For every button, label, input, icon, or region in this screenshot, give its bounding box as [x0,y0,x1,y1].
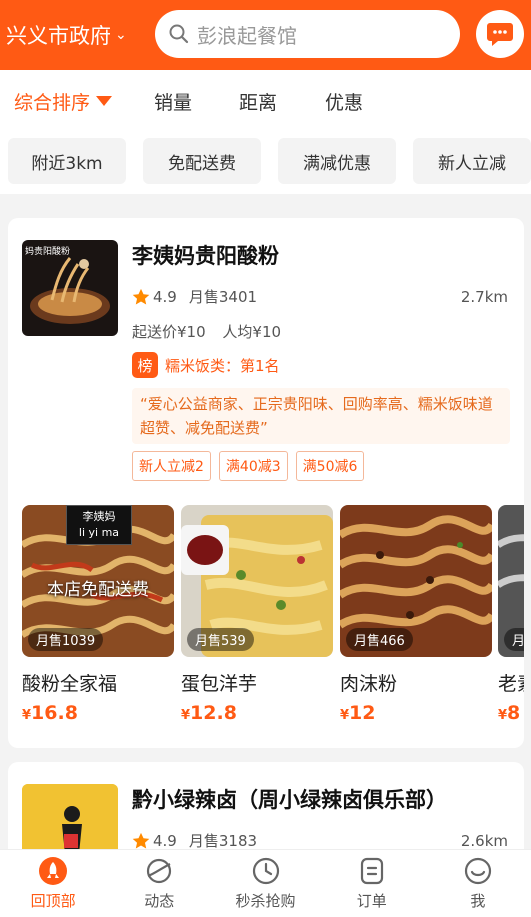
store-rating: 4.9 [153,287,177,306]
dish-item[interactable]: 月售466 肉沫粉 ¥12 [340,505,492,724]
dish-monthly-sales: 月售539 [187,628,254,651]
rocket-icon [39,857,68,885]
search-placeholder: 彭浪起餐馆 [197,23,297,48]
dish-sign-pinyin: li yi ma [78,526,120,539]
store-distance: 2.7km [460,288,508,306]
store-price-row: 起送价¥10 人均¥10 [132,321,281,342]
promo-tag: 满40减3 [218,451,288,481]
message-button[interactable] [476,10,524,58]
nav-label: 动态 [144,892,175,910]
nav-back-to-top[interactable]: 回顶部 [0,850,106,917]
clock-icon [252,857,279,885]
dish-price-value: 16.8 [31,702,78,724]
dish-price-value: 8 [507,702,521,724]
dish-price: ¥12 [340,702,492,724]
dish-item[interactable]: 李姨妈 li yi ma 本店免配送费 月售1039 酸粉全家福 ¥16.8 [22,505,174,724]
filter-chip-nearby[interactable]: 附近3km [8,138,126,184]
rank-text: 糯米饭类：第1名 [165,356,280,375]
store-rating-row: 4.9 月售3401 [132,286,257,307]
currency-symbol: ¥ [340,708,350,723]
logo-text: 妈贵阳酸粉 [25,247,71,257]
store-review-quote: “爱心公益商家、正宗贵阳味、回购率高、糯米饭味道超赞、减免配送费” [132,388,510,444]
search-bar[interactable]: 彭浪起餐馆 [155,10,460,58]
smiley-icon [464,857,492,885]
dish-image: 李姨妈 li yi ma 本店免配送费 月售1039 [22,505,174,657]
store-min-price: 起送价¥10 [132,323,206,341]
star-icon [132,288,150,304]
city-selector[interactable]: 兴义市政府 ⌄ [6,20,127,50]
dish-monthly-sales: 月售466 [346,628,413,651]
nav-label: 我 [470,892,486,910]
filter-bar: 附近3km 免配送费 满减优惠 新人立减 [0,132,531,194]
sort-comprehensive[interactable]: 综合排序 [14,88,113,115]
sort-sales[interactable]: 销量 [154,88,192,115]
triangle-down-icon [96,96,113,106]
store-name: 李姨妈贵阳酸粉 [132,244,279,268]
chevron-down-icon: ⌄ [115,27,127,43]
store-logo: 妈贵阳酸粉 [22,240,118,336]
search-icon [169,24,189,44]
top-header: 兴义市政府 ⌄ 彭浪起餐馆 [0,0,531,70]
store-monthly-sales: 月售3401 [188,288,258,306]
nav-label: 订单 [356,892,387,910]
nav-label: 回顶部 [30,892,76,910]
rank-row[interactable]: 榜 糯米饭类：第1名 [132,352,280,378]
dish-image: 月售466 [340,505,492,657]
store-name: 黔小绿辣卤（周小绿辣卤俱乐部） [132,788,447,812]
sort-distance[interactable]: 距离 [239,88,277,115]
filter-chip-free-delivery[interactable]: 免配送费 [143,138,261,184]
dish-name: 蛋包洋芋 [181,673,258,695]
store-monthly-sales: 月售3183 [188,832,258,850]
nav-label: 秒杀抢购 [235,892,296,910]
dish-monthly-sales: 月售1039 [28,628,104,651]
dish-monthly-sales: 月售 [504,628,524,651]
planet-icon [147,858,172,884]
store-card[interactable]: 妈贵阳酸粉 李姨妈贵阳酸粉 4.9 月售3401 2.7km 起送价¥10 人均… [8,218,524,748]
dish-price: ¥16.8 [22,702,174,724]
dish-sign: 李姨妈 li yi ma [66,505,132,545]
rank-badge: 榜 [132,352,158,378]
dish-sign-cn: 李姨妈 [82,510,116,523]
promo-tag: 新人立减2 [132,451,211,481]
dish-item[interactable]: 月售539 蛋包洋芋 ¥12.8 [181,505,333,724]
promo-tags: 新人立减2 满40减3 满50减6 [132,451,372,481]
dish-price: ¥12.8 [181,702,333,724]
filter-chip-new-user[interactable]: 新人立减 [413,138,531,184]
store-rating: 4.9 [153,831,177,850]
sort-label: 综合排序 [14,91,91,114]
dish-price-value: 12 [349,702,376,724]
nav-orders[interactable]: 订单 [319,850,425,917]
currency-symbol: ¥ [498,708,508,723]
currency-symbol: ¥ [181,708,191,723]
nav-flash-sale[interactable]: 秒杀抢购 [212,850,318,917]
sort-bar: 综合排序 销量 距离 优惠 [0,70,531,132]
dish-item[interactable]: 月售 老素 ¥8 [498,505,524,724]
nav-feed[interactable]: 动态 [106,850,212,917]
store-avg-price: 人均¥10 [222,323,282,341]
free-delivery-overlay: 本店免配送费 [47,580,149,600]
promo-tag: 满50减6 [295,451,365,481]
dish-price: ¥8 [498,702,524,724]
bottom-nav: 回顶部 动态 秒杀抢购 订单 我 [0,849,531,917]
star-icon [132,832,150,848]
dish-name: 老素 [498,673,524,695]
dish-name: 肉沫粉 [340,673,398,695]
dish-image: 月售539 [181,505,333,657]
dish-image: 月售 [498,505,524,657]
nav-me[interactable]: 我 [425,850,531,917]
sort-discount[interactable]: 优惠 [325,88,363,115]
filter-chip-discount[interactable]: 满减优惠 [278,138,396,184]
chat-icon [487,23,513,46]
dish-name: 酸粉全家福 [22,673,118,695]
store-distance: 2.6km [460,832,508,850]
currency-symbol: ¥ [22,708,32,723]
city-label: 兴义市政府 [6,24,111,48]
store-rating-row: 4.9 月售3183 [132,830,257,851]
order-icon [360,857,383,885]
dish-price-value: 12.8 [190,702,237,724]
